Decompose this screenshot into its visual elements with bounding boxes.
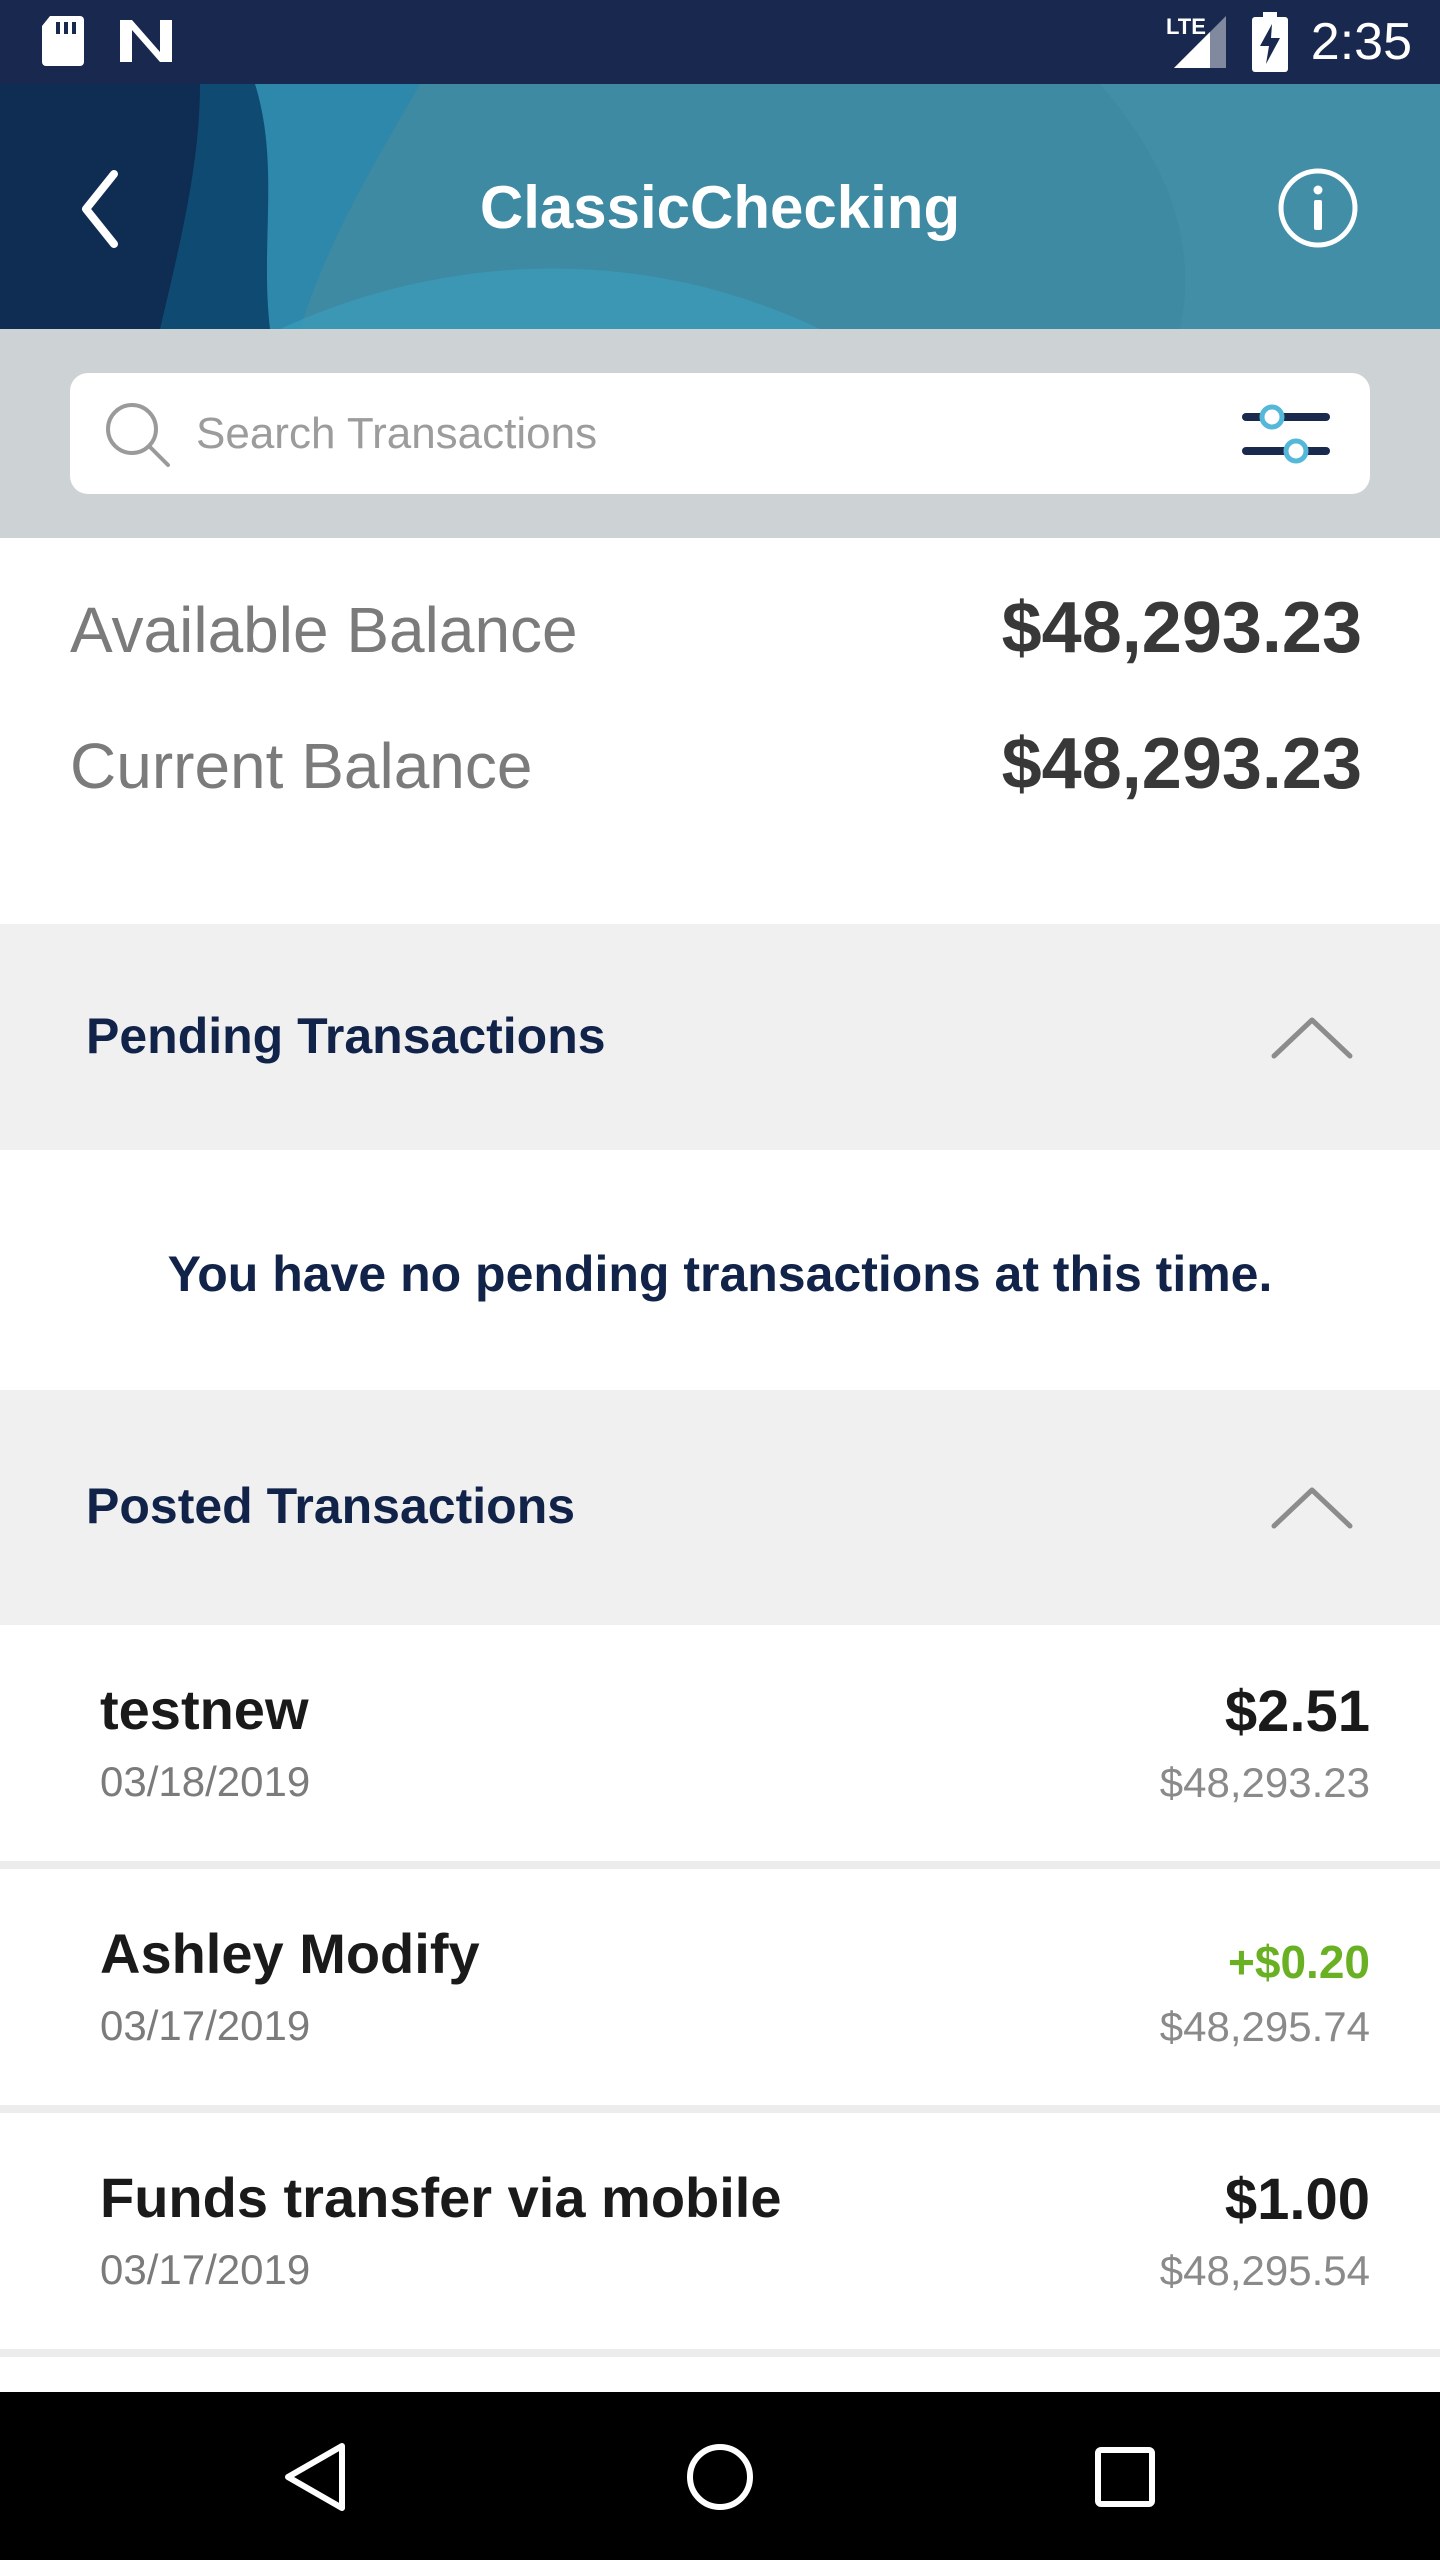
posted-section-header[interactable]: Posted Transactions <box>0 1390 1440 1625</box>
transaction-running-balance: $48,293.23 <box>1159 1759 1370 1806</box>
available-balance-row: Available Balance $48,293.23 <box>70 576 1370 676</box>
sliders-icon[interactable] <box>1238 399 1334 471</box>
home-circle-icon[interactable] <box>675 2432 765 2522</box>
pending-section-title: Pending Transactions <box>86 1008 606 1064</box>
recents-square-icon[interactable] <box>1080 2432 1170 2522</box>
current-balance-value: $48,293.23 <box>1001 724 1362 804</box>
pending-section-header[interactable]: Pending Transactions <box>0 924 1440 1150</box>
pending-empty-message: You have no pending transactions at this… <box>167 1246 1273 1302</box>
transaction-amount: $2.51 <box>1224 1679 1370 1744</box>
transaction-name: testnew <box>100 1678 309 1741</box>
back-triangle-icon[interactable] <box>270 2432 360 2522</box>
transaction-name: Funds transfer via mobile <box>100 2166 782 2229</box>
posted-section-title: Posted Transactions <box>86 1478 576 1534</box>
current-balance-label: Current Balance <box>70 730 533 802</box>
search-area <box>0 329 1440 538</box>
search-box <box>70 373 1370 494</box>
status-time: 2:35 <box>1310 13 1412 71</box>
divider <box>0 1861 1440 1869</box>
transaction-amount: +$0.20 <box>1228 1936 1370 1988</box>
info-icon[interactable] <box>1276 166 1360 250</box>
transaction-date: 03/17/2019 <box>100 2246 311 2293</box>
search-input[interactable] <box>196 391 1196 477</box>
chevron-up-icon[interactable] <box>1270 1482 1354 1532</box>
transaction-date: 03/18/2019 <box>100 1758 311 1805</box>
search-icon <box>106 403 170 467</box>
transaction-date: 03/17/2019 <box>100 2002 311 2049</box>
pending-empty-state: You have no pending transactions at this… <box>0 1150 1440 1390</box>
available-balance-label: Available Balance <box>70 594 578 666</box>
battery-charging-icon <box>1252 12 1288 72</box>
transaction-row[interactable]: testnew 03/18/2019 $2.51 $48,293.23 <box>0 1625 1440 1861</box>
divider <box>0 2105 1440 2113</box>
system-nav-bar <box>0 2392 1440 2560</box>
transaction-row[interactable]: Ashley Modify 03/17/2019 +$0.20 $48,295.… <box>0 1869 1440 2105</box>
transaction-amount: $1.00 <box>1224 2167 1370 2232</box>
page-title: ClassicChecking <box>479 174 961 241</box>
status-bar: LTE 2:35 <box>0 0 1440 84</box>
app-header: ClassicChecking <box>0 84 1440 329</box>
available-balance-value: $48,293.23 <box>1001 588 1362 668</box>
transaction-running-balance: $48,295.74 <box>1159 2003 1370 2050</box>
transaction-name: Ashley Modify <box>100 1922 480 1985</box>
signal-icon <box>1174 16 1226 68</box>
transaction-row[interactable]: Funds transfer via mobile 03/17/2019 $1.… <box>0 2113 1440 2349</box>
n-logo-icon <box>120 20 172 62</box>
chevron-up-icon[interactable] <box>1270 1012 1354 1062</box>
current-balance-row: Current Balance $48,293.23 <box>70 712 1370 812</box>
divider <box>0 2349 1440 2357</box>
transaction-running-balance: $48,295.54 <box>1159 2247 1370 2294</box>
sd-card-icon <box>42 16 84 66</box>
screen: LTE 2:35 ClassicChecking Search Transact… <box>0 0 1440 2560</box>
